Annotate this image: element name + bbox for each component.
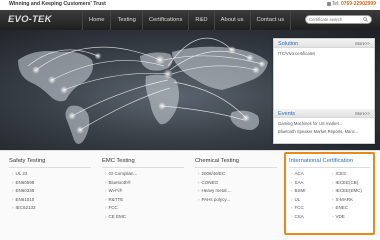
list-item[interactable]: ENEC bbox=[332, 204, 373, 213]
divider bbox=[9, 167, 91, 168]
nav-certifications[interactable]: Certifications bbox=[143, 10, 190, 30]
list-item[interactable]: ICES bbox=[332, 170, 373, 179]
nav-testing[interactable]: Testing bbox=[111, 10, 143, 30]
list-item[interactable]: Heavy metal ... bbox=[198, 187, 280, 196]
phone-number: 0769-22902999 bbox=[340, 1, 376, 7]
cert-list-right: ICES IECEE(CB) IECEE(EMC) S-MARK ENEC VD… bbox=[332, 170, 373, 222]
international-certification-box: International Certification ACA SAA BSMI… bbox=[284, 152, 375, 235]
list-item[interactable]: FCC bbox=[105, 204, 187, 213]
list-item[interactable]: IECEE(CB) bbox=[332, 179, 373, 188]
list-item[interactable]: IECEE(EMC) bbox=[332, 187, 373, 196]
list-item[interactable]: IEC62133 bbox=[12, 204, 94, 213]
list-item[interactable]: Wi-Fi® bbox=[105, 187, 187, 196]
list-item[interactable]: EN61010 bbox=[12, 196, 94, 205]
list-item[interactable]: S-MARK bbox=[332, 196, 373, 205]
list-item[interactable]: FCC bbox=[291, 204, 332, 213]
list-item[interactable]: UL 22 bbox=[12, 170, 94, 179]
events-item[interactable]: Bluetooth Speaker Market Reports, Manc..… bbox=[274, 128, 374, 136]
emc-testing-column: EMC Testing GI Complian... Bluetooth® Wi… bbox=[99, 157, 187, 222]
events-header: Events More>> bbox=[274, 109, 374, 118]
events-more-link[interactable]: More>> bbox=[355, 111, 370, 116]
top-strip: Winning and Keeping Customers' Trust Tel… bbox=[0, 0, 380, 10]
international-certification-list: ACA SAA BSMI UL FCC CSA ICES IECEE(CB) I… bbox=[286, 170, 373, 222]
solution-more-link[interactable]: More>> bbox=[355, 41, 370, 46]
nav-about-us[interactable]: About us bbox=[215, 10, 251, 30]
main-navbar: EVO-TEK Home Testing Certifications R&D … bbox=[0, 10, 380, 30]
solution-item[interactable]: ITC/Vivo certificates bbox=[274, 50, 374, 58]
emc-testing-title[interactable]: EMC Testing bbox=[99, 157, 187, 166]
list-item[interactable]: SAA bbox=[291, 179, 332, 188]
list-item[interactable]: R&TTE bbox=[105, 196, 187, 205]
list-item[interactable]: Bluetooth® bbox=[105, 179, 187, 188]
divider bbox=[195, 167, 277, 168]
list-item[interactable]: UL bbox=[291, 196, 332, 205]
search-icon[interactable] bbox=[363, 17, 368, 22]
list-item[interactable]: BSMI bbox=[291, 187, 332, 196]
main-nav: Home Testing Certifications R&D About us… bbox=[82, 10, 292, 30]
list-item[interactable]: EN60598 bbox=[12, 179, 94, 188]
site-tagline: Winning and Keeping Customers' Trust bbox=[9, 1, 106, 7]
news-panel: Solution More>> ITC/Vivo certificates Ev… bbox=[273, 38, 375, 144]
list-item[interactable]: VDE bbox=[332, 213, 373, 222]
safety-testing-list: UL 22 EN60598 EN60335 EN61010 IEC62133 bbox=[6, 170, 94, 213]
list-item[interactable]: 2008/46/EC bbox=[198, 170, 280, 179]
chemical-testing-title[interactable]: Chemical Testing bbox=[192, 157, 280, 166]
nav-rd[interactable]: R&D bbox=[189, 10, 215, 30]
search-input[interactable] bbox=[309, 16, 361, 23]
international-certification-title[interactable]: International Certification bbox=[286, 157, 373, 166]
phone-info: Tel: 0769-22902999 bbox=[326, 1, 376, 7]
list-item[interactable]: PAHs polycy... bbox=[198, 196, 280, 205]
list-item[interactable]: ACA bbox=[291, 170, 332, 179]
solution-list: ITC/Vivo certificates bbox=[274, 50, 374, 58]
events-list: Gaming Machines for US market... Bluetoo… bbox=[274, 120, 374, 136]
chemical-testing-column: Chemical Testing 2008/46/EC CONEG Heavy … bbox=[192, 157, 280, 204]
list-item[interactable]: GI Complian... bbox=[105, 170, 187, 179]
list-item[interactable]: CONEG bbox=[198, 179, 280, 188]
nav-contact-us[interactable]: Contact us bbox=[251, 10, 292, 30]
phone-label: Tel: bbox=[331, 1, 340, 7]
cert-list-left: ACA SAA BSMI UL FCC CSA bbox=[291, 170, 332, 222]
search-box bbox=[305, 15, 372, 24]
site-logo[interactable]: EVO-TEK bbox=[8, 14, 52, 25]
solution-header: Solution More>> bbox=[274, 39, 374, 48]
nav-home[interactable]: Home bbox=[82, 10, 112, 30]
divider bbox=[289, 167, 370, 168]
phone-icon bbox=[326, 1, 331, 6]
emc-testing-list: GI Complian... Bluetooth® Wi-Fi® R&TTE F… bbox=[99, 170, 187, 222]
solution-title: Solution bbox=[278, 40, 299, 47]
safety-testing-title[interactable]: Safety Testing bbox=[6, 157, 94, 166]
chemical-testing-list: 2008/46/EC CONEG Heavy metal ... PAHs po… bbox=[192, 170, 280, 204]
events-title: Events bbox=[278, 110, 296, 117]
events-item[interactable]: Gaming Machines for US market... bbox=[274, 120, 374, 128]
list-item[interactable]: CSA bbox=[291, 213, 332, 222]
divider bbox=[102, 167, 184, 168]
safety-testing-column: Safety Testing UL 22 EN60598 EN60335 EN6… bbox=[6, 157, 94, 213]
list-item[interactable]: EN60335 bbox=[12, 187, 94, 196]
list-item[interactable]: CE EMC bbox=[105, 213, 187, 222]
